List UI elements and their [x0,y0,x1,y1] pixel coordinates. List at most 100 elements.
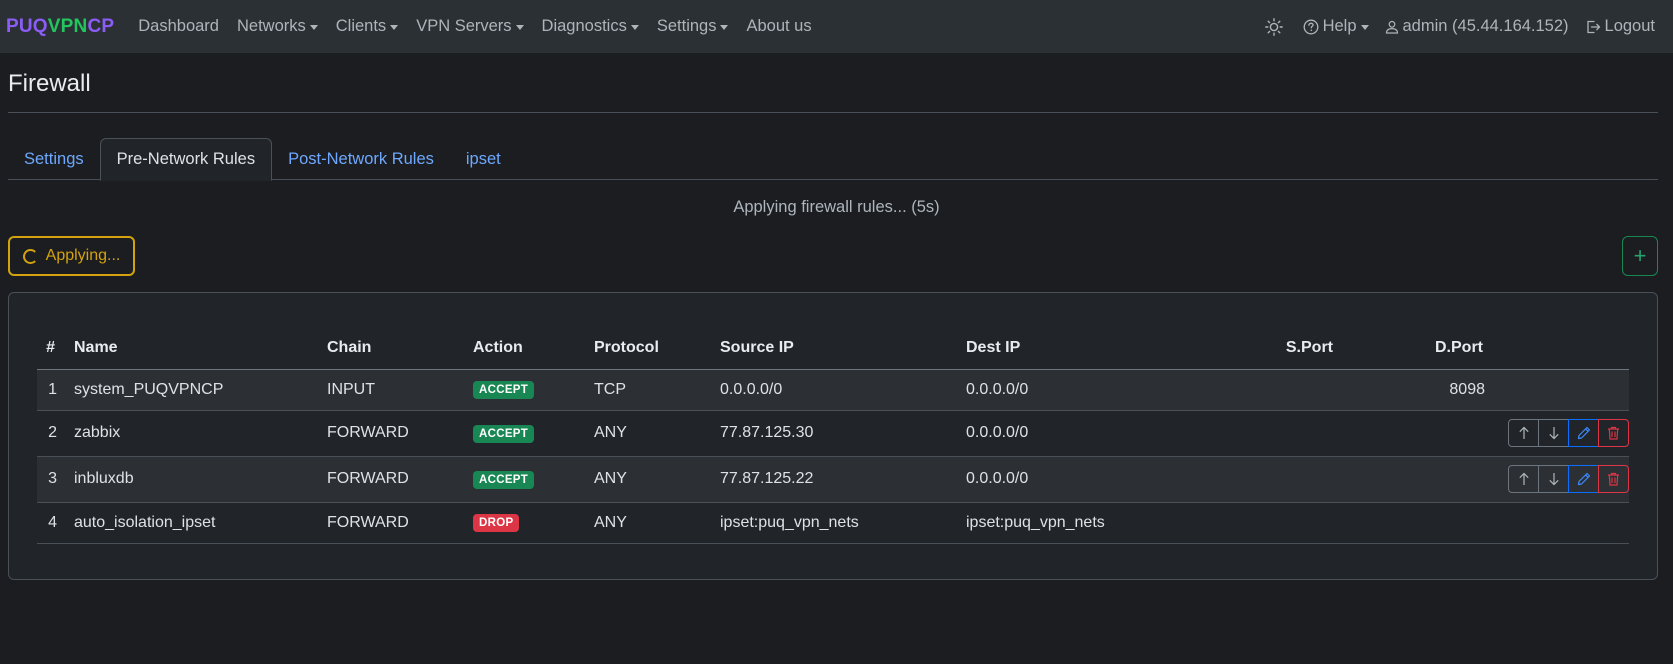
arrow-down-icon [1548,473,1559,486]
arrow-up-icon [1518,426,1529,439]
question-circle-icon [1303,19,1319,34]
cell-action: DROP [464,502,585,544]
cell-source-ip: 0.0.0.0/0 [711,369,957,411]
col-name: Name [65,328,318,370]
cell-actions [1493,369,1629,411]
navbar: PUQVPNCP Dashboard Networks Clients VPN … [0,0,1673,53]
cell-number: 3 [37,456,65,503]
arrow-down-icon [1548,427,1559,440]
status-message: Applying firewall rules... (5s) [733,198,940,216]
trash-icon [1608,472,1619,486]
cell-action: ACCEPT [464,410,585,457]
col-sport: S.Port [1203,328,1343,370]
col-protocol: Protocol [585,328,711,370]
pencil-icon [1577,472,1590,486]
cell-sport [1203,369,1343,411]
move-down-button[interactable] [1538,419,1569,447]
tab-ipset[interactable]: ipset [450,138,517,180]
sun-icon [1264,17,1283,36]
cell-source-ip: 77.87.125.30 [711,410,957,457]
cell-protocol: TCP [585,369,711,411]
table-row: 4 auto_isolation_ipset FORWARD DROP ANY … [37,502,1629,544]
cell-protocol: ANY [585,502,711,544]
delete-button[interactable] [1598,419,1629,447]
tab-pre-network-rules[interactable]: Pre-Network Rules [99,138,273,181]
nav-settings[interactable]: Settings [657,17,729,36]
col-number: # [37,328,65,370]
applying-button[interactable]: Applying... [8,236,135,276]
col-dport: D.Port [1343,328,1493,370]
page-title: Firewall [8,70,91,97]
cell-chain: FORWARD [318,502,464,544]
table-row: 1 system_PUQVPNCP INPUT ACCEPT TCP 0.0.0… [37,369,1629,411]
col-dest-ip: Dest IP [957,328,1203,370]
move-up-button[interactable] [1508,465,1539,493]
cell-dest-ip: 0.0.0.0/0 [957,456,1203,503]
arrow-up-icon [1518,472,1529,485]
cell-dport [1343,456,1493,503]
cell-source-ip: ipset:puq_vpn_nets [711,502,957,544]
cell-dest-ip: ipset:puq_vpn_nets [957,502,1203,544]
accept-badge: ACCEPT [473,424,535,443]
accept-badge: ACCEPT [473,470,535,489]
rules-table: # Name Chain Action Protocol Source IP D… [37,328,1629,544]
title-divider [8,112,1658,113]
cell-sport [1203,456,1343,503]
rules-card: # Name Chain Action Protocol Source IP D… [8,292,1658,580]
col-action: Action [464,328,585,370]
nav-diagnostics[interactable]: Diagnostics [542,17,639,36]
nav-logout[interactable]: Logout [1585,17,1655,36]
nav-about-us[interactable]: About us [746,17,811,36]
cell-actions [1493,502,1629,544]
cell-dest-ip: 0.0.0.0/0 [957,369,1203,411]
caret-down-icon [515,25,524,30]
cell-chain: FORWARD [318,456,464,503]
cell-sport [1203,502,1343,544]
nav-vpn-servers[interactable]: VPN Servers [416,17,524,36]
cell-name: zabbix [65,410,318,457]
edit-button[interactable] [1568,419,1599,447]
cell-protocol: ANY [585,410,711,457]
add-rule-button[interactable]: + [1622,236,1658,276]
nav-help[interactable]: Help [1303,17,1369,36]
col-actions [1493,328,1629,370]
tab-post-network-rules[interactable]: Post-Network Rules [272,138,450,180]
cell-dport [1343,502,1493,544]
accept-badge: ACCEPT [473,381,535,399]
cell-actions [1493,456,1629,503]
cell-number: 4 [37,502,65,544]
move-up-button[interactable] [1508,419,1539,447]
table-row: 3 inbluxdb FORWARD ACCEPT ANY 77.87.125.… [37,456,1629,503]
nav-networks[interactable]: Networks [237,17,318,36]
col-chain: Chain [318,328,464,370]
caret-down-icon [630,25,639,30]
tab-settings[interactable]: Settings [8,138,100,180]
cell-dest-ip: 0.0.0.0/0 [957,410,1203,457]
nav-clients[interactable]: Clients [336,17,399,36]
edit-button[interactable] [1568,465,1599,493]
cell-name: system_PUQVPNCP [65,369,318,411]
cell-action: ACCEPT [464,369,585,411]
cell-chain: INPUT [318,369,464,411]
delete-button[interactable] [1598,465,1629,493]
caret-down-icon [390,25,399,30]
cell-name: auto_isolation_ipset [65,502,318,544]
trash-icon [1608,426,1619,440]
theme-toggle[interactable] [1264,17,1287,36]
caret-down-icon [1360,25,1369,30]
caret-down-icon [309,25,318,30]
cell-actions [1493,410,1629,457]
spinner-icon [22,248,38,264]
cell-number: 2 [37,410,65,457]
nav-dashboard[interactable]: Dashboard [138,17,219,36]
cell-dport: 8098 [1343,369,1493,411]
pencil-icon [1577,426,1590,440]
nav-user[interactable]: admin (45.44.164.152) [1385,17,1569,36]
cell-protocol: ANY [585,456,711,503]
cell-action: ACCEPT [464,456,585,503]
cell-name: inbluxdb [65,456,318,503]
move-down-button[interactable] [1538,465,1569,493]
col-source-ip: Source IP [711,328,957,370]
brand-logo[interactable]: PUQVPNCP [6,16,114,38]
cell-number: 1 [37,369,65,411]
